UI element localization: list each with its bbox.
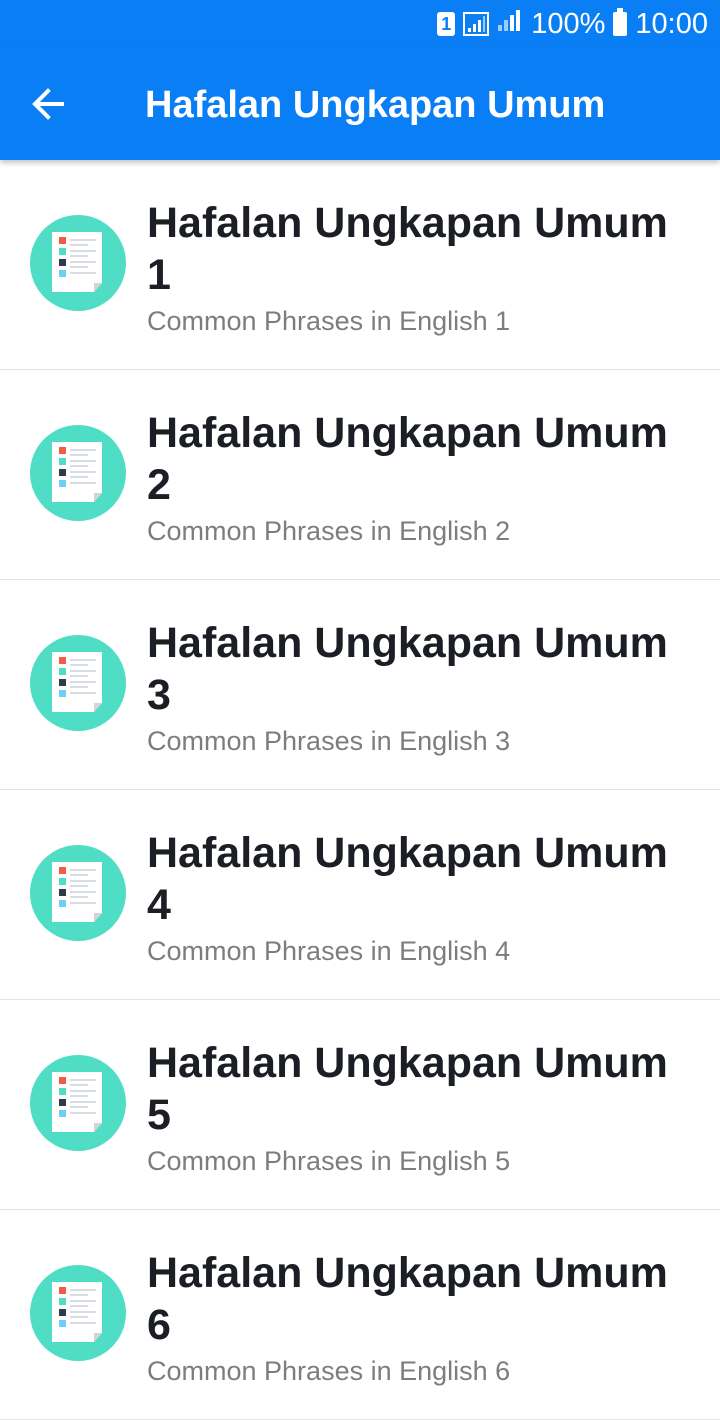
document-list-icon: [30, 215, 126, 311]
item-subtitle: Common Phrases in English 2: [147, 516, 511, 546]
item-subtitle: Common Phrases in English 3: [147, 726, 511, 756]
document-list-icon: [30, 635, 126, 731]
list-item[interactable]: Hafalan Ungkapan Umum 3 Common Phrases i…: [0, 580, 720, 790]
status-bar: 1 100% 10:00: [0, 0, 720, 48]
item-subtitle: Common Phrases in English 4: [147, 936, 511, 966]
item-title: Hafalan Ungkapan Umum 5: [147, 1039, 668, 1139]
sim-icon: 1: [437, 12, 456, 36]
signal-icon: [463, 12, 490, 36]
clock: 10:00: [635, 7, 708, 40]
page-title: Hafalan Ungkapan Umum: [145, 84, 606, 126]
list-item[interactable]: Hafalan Ungkapan Umum 1 Common Phrases i…: [0, 160, 720, 370]
item-title: Hafalan Ungkapan Umum 6: [147, 1249, 668, 1349]
item-title: Hafalan Ungkapan Umum 4: [147, 829, 668, 929]
arrow-left-icon: [32, 88, 64, 120]
list-item[interactable]: Hafalan Ungkapan Umum 6 Common Phrases i…: [0, 1210, 720, 1420]
lesson-list: Hafalan Ungkapan Umum 1 Common Phrases i…: [0, 160, 720, 1420]
item-title: Hafalan Ungkapan Umum 3: [147, 619, 668, 719]
item-subtitle: Common Phrases in English 5: [147, 1146, 511, 1176]
list-item[interactable]: Hafalan Ungkapan Umum 2 Common Phrases i…: [0, 370, 720, 580]
list-item[interactable]: Hafalan Ungkapan Umum 4 Common Phrases i…: [0, 790, 720, 1000]
document-list-icon: [30, 1265, 126, 1361]
signal-icon: [497, 7, 523, 41]
status-icons: 1 100% 10:00: [437, 6, 708, 42]
document-list-icon: [30, 425, 126, 521]
back-button[interactable]: [14, 70, 82, 138]
document-list-icon: [30, 1055, 126, 1151]
item-title: Hafalan Ungkapan Umum 1: [147, 199, 668, 299]
app-bar: Hafalan Ungkapan Umum: [0, 48, 720, 160]
item-subtitle: Common Phrases in English 1: [147, 306, 511, 336]
battery-percent: 100%: [531, 7, 606, 40]
item-title: Hafalan Ungkapan Umum 2: [147, 409, 668, 509]
document-list-icon: [30, 845, 126, 941]
item-subtitle: Common Phrases in English 6: [147, 1356, 511, 1386]
battery-icon: [613, 8, 628, 36]
list-item[interactable]: Hafalan Ungkapan Umum 5 Common Phrases i…: [0, 1000, 720, 1210]
